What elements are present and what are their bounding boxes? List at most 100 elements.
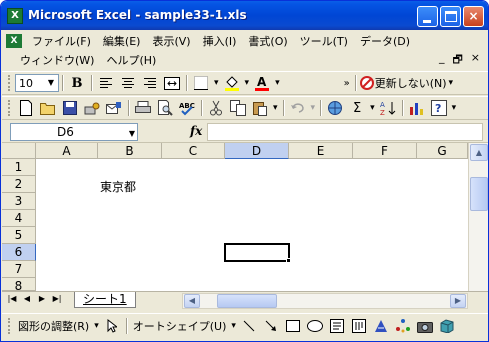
chevron-down-icon[interactable]: ▾ (214, 78, 219, 88)
autoshapes-menu-button[interactable]: オートシェイプ(U) (130, 318, 230, 334)
chevron-down-icon[interactable]: ▼ (129, 126, 135, 142)
scroll-left-button[interactable]: ◀ (184, 294, 200, 308)
print-preview-button[interactable] (154, 98, 176, 118)
toolbar-overflow-icon[interactable]: » (344, 78, 350, 89)
3d-style-button[interactable] (436, 316, 458, 336)
align-center-button[interactable] (117, 73, 139, 93)
open-button[interactable] (37, 98, 59, 118)
row-header-2[interactable]: 2 (2, 176, 36, 193)
clip-art-button[interactable] (414, 316, 436, 336)
row-header-7[interactable]: 7 (2, 261, 36, 278)
toolbar-grip[interactable] (8, 100, 11, 116)
menu-format[interactable]: 書式(O) (242, 33, 293, 49)
select-all-corner[interactable] (2, 143, 36, 159)
column-header-e[interactable]: E (289, 143, 353, 159)
help-button[interactable]: ? (428, 98, 450, 118)
cut-button[interactable] (205, 98, 227, 118)
row-header-1[interactable]: 1 (2, 159, 36, 176)
prev-sheet-icon[interactable]: ◀ (21, 294, 33, 303)
row-header-6[interactable]: 6 (2, 244, 36, 261)
tab-sheet1[interactable]: シート1 (74, 292, 136, 308)
column-header-g[interactable]: G (417, 143, 468, 159)
permission-button[interactable] (81, 98, 103, 118)
row-header-3[interactable]: 3 (2, 193, 36, 210)
chart-wizard-button[interactable] (406, 98, 428, 118)
insert-function-button[interactable]: fx (190, 124, 202, 138)
draw-menu-button[interactable]: 図形の調整(R) (15, 318, 92, 334)
menu-tools[interactable]: ツール(T) (294, 33, 354, 49)
arrow-tool-button[interactable] (260, 316, 282, 336)
cell-grid[interactable]: 東京都 (36, 159, 468, 291)
row-header-5[interactable]: 5 (2, 227, 36, 244)
text-box-button[interactable] (326, 316, 348, 336)
font-color-button[interactable]: A (251, 73, 273, 93)
chevron-down-icon[interactable]: ▾ (311, 103, 316, 113)
wordart-button[interactable] (370, 316, 392, 336)
mdi-close-button[interactable]: × (471, 51, 480, 70)
save-button[interactable] (59, 98, 81, 118)
chevron-down-icon[interactable]: ▾ (245, 78, 250, 88)
bold-button[interactable]: B (66, 73, 88, 93)
borders-button[interactable] (190, 73, 212, 93)
column-header-c[interactable]: C (162, 143, 225, 159)
chevron-down-icon[interactable]: ▾ (449, 78, 454, 88)
active-cell-d6[interactable] (224, 243, 290, 262)
menu-insert[interactable]: 挿入(I) (197, 33, 243, 49)
sort-ascending-button[interactable]: AZ (377, 98, 399, 118)
paste-button[interactable] (249, 98, 271, 118)
align-left-button[interactable] (95, 73, 117, 93)
column-header-b[interactable]: B (98, 143, 162, 159)
title-bar[interactable]: X Microsoft Excel - sample33-1.xls × (1, 1, 488, 30)
chevron-down-icon[interactable]: ▾ (94, 321, 99, 331)
mdi-restore-button[interactable]: 🗗 (452, 51, 462, 70)
autosum-button[interactable]: Σ (346, 98, 368, 118)
copy-button[interactable] (227, 98, 249, 118)
oval-tool-button[interactable] (304, 316, 326, 336)
menu-edit[interactable]: 編集(E) (97, 33, 147, 49)
diagram-button[interactable] (392, 316, 414, 336)
chevron-down-icon[interactable]: ▾ (275, 78, 280, 88)
chevron-down-icon[interactable]: ▾ (231, 321, 236, 331)
toolbar-grip[interactable] (8, 75, 11, 91)
refresh-toggle-button[interactable]: 更新しない(N) (375, 75, 447, 91)
toolbar-grip[interactable] (8, 317, 11, 334)
column-header-d[interactable]: D (225, 143, 289, 159)
scroll-right-button[interactable]: ▶ (450, 294, 466, 308)
menu-window[interactable]: ウィンドウ(W) (14, 52, 100, 68)
column-header-f[interactable]: F (353, 143, 417, 159)
scroll-up-button[interactable]: ▲ (470, 144, 488, 161)
row-header-4[interactable]: 4 (2, 210, 36, 227)
rectangle-tool-button[interactable] (282, 316, 304, 336)
spelling-button[interactable]: ABC (176, 98, 198, 118)
fill-color-button[interactable] (221, 73, 243, 93)
vertical-scroll-thumb[interactable] (470, 177, 488, 211)
horizontal-scrollbar[interactable]: ◀ ▶ (182, 293, 468, 309)
line-tool-button[interactable] (238, 316, 260, 336)
horizontal-scroll-thumb[interactable] (217, 294, 277, 308)
row-header-8[interactable]: 8 (2, 278, 36, 293)
new-button[interactable] (15, 98, 37, 118)
align-right-button[interactable] (139, 73, 161, 93)
mdi-minimize-button[interactable]: _ (439, 51, 445, 70)
email-button[interactable] (103, 98, 125, 118)
formula-input[interactable] (207, 123, 483, 141)
select-objects-button[interactable] (101, 316, 123, 336)
vertical-scrollbar[interactable]: ▲ (468, 143, 488, 291)
workbook-icon[interactable]: X (6, 33, 22, 48)
hyperlink-button[interactable] (324, 98, 346, 118)
last-sheet-icon[interactable]: ▶| (51, 294, 63, 303)
print-button[interactable] (132, 98, 154, 118)
fill-handle[interactable] (286, 258, 291, 263)
chevron-down-icon[interactable]: ▾ (452, 103, 457, 113)
maximize-button[interactable] (440, 6, 461, 27)
first-sheet-icon[interactable]: |◀ (6, 294, 18, 303)
menu-file[interactable]: ファイル(F) (26, 33, 97, 49)
next-sheet-icon[interactable]: ▶ (36, 294, 48, 303)
vertical-text-box-button[interactable] (348, 316, 370, 336)
close-button[interactable]: × (463, 6, 484, 27)
chevron-down-icon[interactable]: ▾ (370, 103, 375, 113)
merge-center-button[interactable] (161, 73, 183, 93)
cell-b2[interactable]: 東京都 (100, 178, 136, 195)
menu-view[interactable]: 表示(V) (146, 33, 196, 49)
menu-data[interactable]: データ(D) (354, 33, 416, 49)
